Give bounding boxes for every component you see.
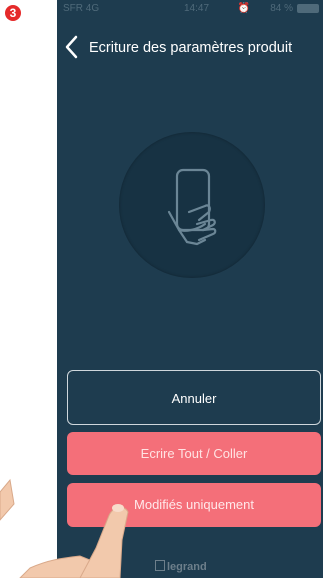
brand-logo: legrand — [155, 560, 207, 573]
battery-icon — [297, 4, 319, 13]
navigation-bar: Ecriture des paramètres produit — [57, 28, 323, 68]
page-title: Ecriture des paramètres produit — [89, 40, 293, 56]
alarm-icon: ⏰ — [237, 3, 250, 14]
status-battery: 84 % — [270, 3, 293, 14]
logo-mark-icon — [155, 560, 165, 571]
cancel-button[interactable]: Annuler — [67, 370, 321, 425]
status-time: 14:47 — [184, 3, 210, 14]
step-number-badge: 3 — [5, 5, 21, 21]
write-all-paste-button[interactable]: Ecrire Tout / Coller — [67, 432, 321, 475]
status-carrier: SFR 4G — [63, 3, 100, 14]
chevron-left-icon[interactable] — [63, 34, 81, 60]
phone-screen: SFR 4G 14:47 ⏰ 84 % Ecriture des paramèt… — [57, 0, 323, 578]
brand-name: legrand — [167, 561, 207, 573]
hand-holding-phone-icon — [119, 132, 265, 278]
modified-only-button[interactable]: Modifiés uniquement — [67, 483, 321, 527]
status-bar: SFR 4G 14:47 ⏰ 84 % — [57, 0, 323, 18]
